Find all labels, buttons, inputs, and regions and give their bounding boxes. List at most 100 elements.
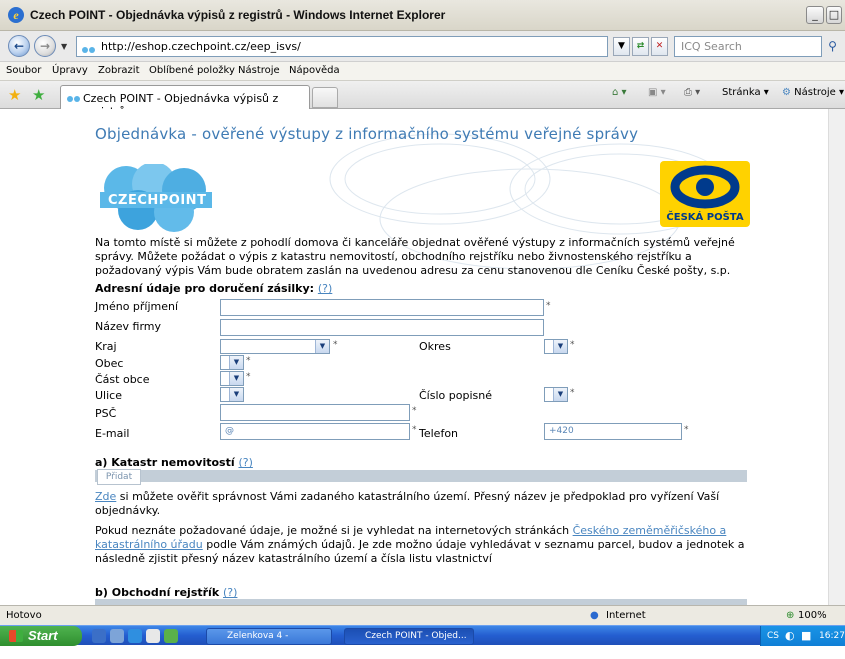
new-tab-button[interactable] bbox=[312, 87, 338, 108]
address-help-link[interactable]: (?) bbox=[318, 282, 332, 295]
cadastre-add-button[interactable]: Přidat bbox=[97, 469, 141, 485]
tab-active[interactable]: Czech POINT - Objednávka výpisů z regist… bbox=[60, 85, 310, 118]
intro-text: Na tomto místě si můžete z pohodlí domov… bbox=[95, 236, 735, 277]
quicklaunch-save-icon[interactable] bbox=[92, 629, 106, 643]
minimize-button[interactable]: _ bbox=[806, 6, 824, 24]
cadastre-paragraph-1-text: si můžete ověřit správnost Vámi zadaného… bbox=[95, 490, 720, 517]
district-label: Okres bbox=[419, 340, 451, 353]
print-icon[interactable]: ⎙ ▾ bbox=[684, 87, 700, 98]
district-select[interactable]: ▼ bbox=[544, 339, 568, 354]
taskbar: Start Zelenkova 4 - Microso... Czech POI… bbox=[0, 625, 845, 656]
zip-required: * bbox=[412, 406, 417, 416]
stop-icon[interactable]: ✕ bbox=[651, 37, 668, 56]
region-required: * bbox=[333, 340, 338, 350]
municipality-select[interactable]: ▼ bbox=[220, 355, 244, 370]
favorites-star-icon[interactable]: ★ bbox=[8, 86, 21, 104]
email-input[interactable]: @ bbox=[220, 423, 410, 440]
title-bar: e Czech POINT - Objednávka výpisů z regi… bbox=[0, 0, 845, 31]
cadastre-heading-text: a) Katastr nemovitostí bbox=[95, 456, 235, 469]
house-number-label: Číslo popisné bbox=[419, 389, 492, 402]
business-register-help-link[interactable]: (?) bbox=[223, 586, 237, 599]
add-favorite-icon[interactable]: ★ bbox=[32, 86, 45, 104]
menu-soubor[interactable]: Soubor bbox=[6, 65, 41, 76]
municipality-label: Obec bbox=[95, 357, 124, 370]
quicklaunch-desktop-icon[interactable] bbox=[146, 629, 160, 643]
task-word[interactable]: Zelenkova 4 - Microso... bbox=[206, 628, 332, 656]
municipality-part-select[interactable]: ▼ bbox=[220, 371, 244, 386]
region-label: Kraj bbox=[95, 340, 117, 353]
quicklaunch-ie-icon[interactable] bbox=[128, 629, 142, 643]
page-menu-label: Stránka bbox=[722, 87, 761, 98]
start-label: Start bbox=[28, 628, 58, 643]
menu-upravy[interactable]: Úpravy bbox=[52, 65, 88, 76]
network-icon[interactable]: ◐ bbox=[785, 629, 795, 642]
refresh-icon[interactable]: ⇄ bbox=[632, 37, 649, 56]
forward-arrow-icon[interactable]: → bbox=[34, 35, 56, 57]
tools-menu-label: Nástroje bbox=[794, 87, 836, 98]
municipality-required: * bbox=[246, 356, 251, 366]
menu-zobrazit[interactable]: Zobrazit bbox=[98, 65, 140, 76]
ie-logo-icon: e bbox=[8, 7, 24, 23]
maximize-button[interactable]: □ bbox=[826, 6, 842, 24]
chevron-down-icon: ▼ bbox=[229, 388, 243, 401]
status-bar: Hotovo ● Internet ⊕ 100% bbox=[0, 605, 845, 625]
zone-text: Internet bbox=[606, 610, 646, 621]
phone-input[interactable]: +420 bbox=[544, 423, 682, 440]
chevron-down-icon: ▼ bbox=[553, 388, 567, 401]
system-tray: CS ◐ ■ 16:27 bbox=[760, 626, 845, 646]
back-arrow-icon[interactable]: ← bbox=[8, 35, 30, 57]
ceska-posta-logo: ČESKÁ POŠTA bbox=[660, 161, 750, 227]
region-select[interactable]: ▼ bbox=[220, 339, 330, 354]
page-menu[interactable]: Stránka ▾ bbox=[722, 87, 769, 98]
house-number-required: * bbox=[570, 388, 575, 398]
zoom-level[interactable]: 100% bbox=[798, 610, 827, 621]
ceska-posta-text: ČESKÁ POŠTA bbox=[666, 212, 744, 223]
company-input[interactable] bbox=[220, 319, 544, 336]
zoom-icon: ⊕ bbox=[786, 610, 795, 621]
search-icon[interactable]: ⚲ bbox=[824, 37, 841, 56]
cadastre-paragraph-1: Zde si můžete ověřit správnost Vámi zada… bbox=[95, 490, 755, 518]
municipality-part-label: Část obce bbox=[95, 373, 150, 386]
business-register-heading-text: b) Obchodní rejstřík bbox=[95, 586, 220, 599]
email-label: E-mail bbox=[95, 427, 130, 440]
zde-link[interactable]: Zde bbox=[95, 490, 116, 503]
address-field[interactable]: http://eshop.czechpoint.cz/eep_isvs/ bbox=[76, 36, 608, 57]
czechpoint-logo-text: CZECHPOINT bbox=[108, 193, 207, 208]
start-button[interactable]: Start bbox=[0, 626, 82, 646]
search-input[interactable]: ICQ Search bbox=[674, 36, 822, 57]
name-input[interactable] bbox=[220, 299, 544, 316]
history-dropdown-icon[interactable]: ▼ bbox=[61, 42, 67, 51]
vertical-scrollbar[interactable] bbox=[828, 109, 845, 605]
task-ie[interactable]: Czech POINT - Objed... bbox=[344, 628, 474, 645]
address-toolbar: ← → ▼ http://eshop.czechpoint.cz/eep_isv… bbox=[0, 31, 845, 62]
browser-window: e Czech POINT - Objednávka výpisů z regi… bbox=[0, 0, 845, 656]
security-icon[interactable]: ■ bbox=[801, 629, 811, 642]
business-register-heading: b) Obchodní rejstřík (?) bbox=[95, 586, 237, 599]
street-select[interactable]: ▼ bbox=[220, 387, 244, 402]
cadastre-add-bar bbox=[95, 470, 747, 482]
menu-oblibene[interactable]: Oblíbené položky bbox=[149, 65, 235, 76]
district-required: * bbox=[570, 340, 575, 350]
menu-napoveda[interactable]: Nápověda bbox=[289, 65, 340, 76]
tools-menu[interactable]: ⚙ Nástroje ▾ bbox=[782, 87, 844, 98]
status-text: Hotovo bbox=[6, 610, 42, 621]
zip-input[interactable] bbox=[220, 404, 410, 421]
cadastre-help-link[interactable]: (?) bbox=[238, 456, 252, 469]
quicklaunch-app-icon[interactable] bbox=[164, 629, 178, 643]
house-number-select[interactable]: ▼ bbox=[544, 387, 568, 402]
company-label: Název firmy bbox=[95, 320, 161, 333]
address-dropdown-icon[interactable]: ▼ bbox=[613, 37, 630, 56]
language-indicator[interactable]: CS bbox=[767, 631, 779, 641]
globe-icon: ● bbox=[590, 610, 599, 621]
quicklaunch-media-icon[interactable] bbox=[110, 629, 124, 643]
chevron-down-icon: ▼ bbox=[315, 340, 329, 353]
address-heading-text: Adresní údaje pro doručení zásilky: bbox=[95, 282, 315, 295]
site-favicon-icon bbox=[82, 43, 96, 53]
post-horn-icon bbox=[670, 165, 740, 209]
menu-nastroje[interactable]: Nástroje bbox=[238, 65, 280, 76]
home-icon[interactable]: ⌂ ▾ bbox=[612, 87, 627, 98]
email-required: * bbox=[412, 425, 417, 435]
feeds-icon[interactable]: ▣ ▾ bbox=[648, 87, 666, 98]
phone-required: * bbox=[684, 425, 689, 435]
page-title: Objednávka - ověřené výstupy z informačn… bbox=[95, 125, 639, 143]
